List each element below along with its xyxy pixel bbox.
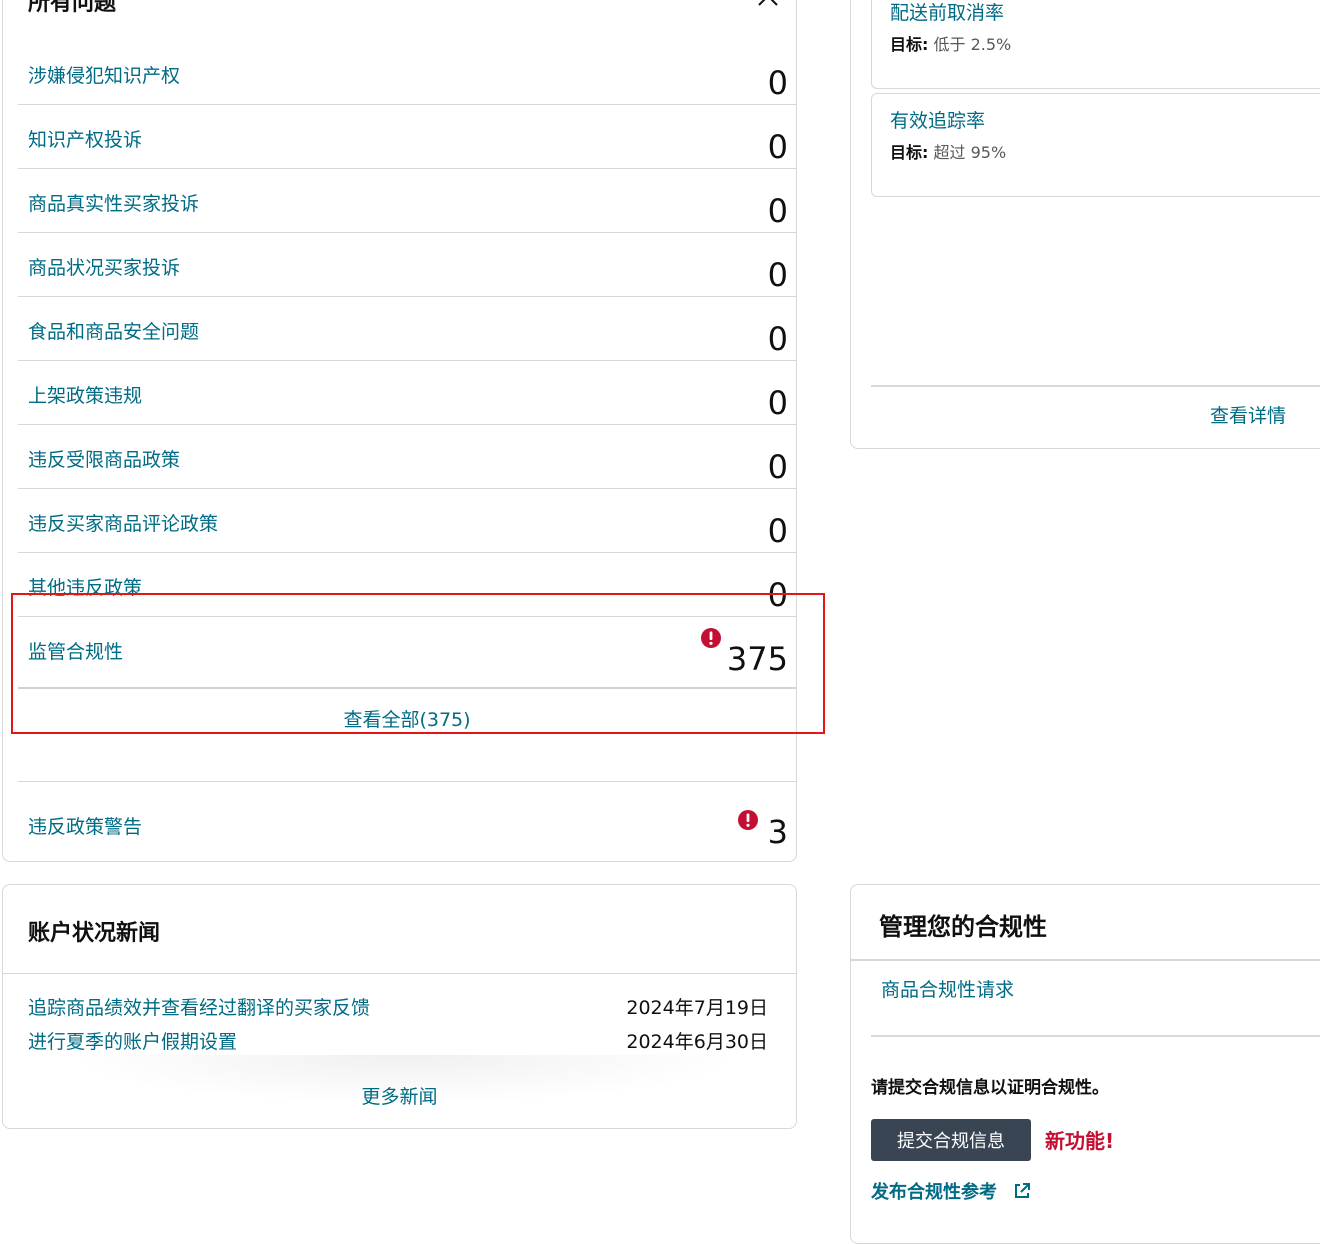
news-date: 2024年7月19日 <box>626 997 768 1019</box>
news-item: 追踪商品绩效并查看经过翻译的买家反馈 2024年7月19日 <box>28 993 768 1023</box>
metric-valid-tracking-rate: 有效追踪率 目标: 超过 95% <box>871 93 1320 197</box>
product-compliance-request-link[interactable]: 商品合规性请求 <box>881 975 1014 1002</box>
metric-title[interactable]: 配送前取消率 <box>890 0 1004 25</box>
metric-cancel-rate: 配送前取消率 目标: 低于 2.5% <box>871 0 1320 89</box>
metric-title[interactable]: 有效追踪率 <box>890 106 985 133</box>
divider <box>871 385 1320 387</box>
issue-row-listing-policy: 上架政策违规 0 <box>18 361 796 425</box>
metric-target-value: 超过 95% <box>933 143 1007 162</box>
chevron-up-icon[interactable] <box>755 0 781 13</box>
new-feature-badge: 新功能! <box>1045 1129 1115 1153</box>
issue-row-condition: 商品状况买家投诉 0 <box>18 233 796 297</box>
metric-target-label: 目标: <box>890 35 929 54</box>
issue-count: 0 <box>767 128 788 166</box>
issue-row-restricted: 违反受限商品政策 0 <box>18 425 796 489</box>
issue-label[interactable]: 违反受限商品政策 <box>28 445 180 472</box>
highlight-box <box>11 593 825 734</box>
divider <box>3 973 796 974</box>
more-news-link[interactable]: 更多新闻 <box>3 1082 796 1109</box>
divider <box>851 959 1320 961</box>
view-details-link[interactable]: 查看详情 <box>1210 401 1286 428</box>
news-link[interactable]: 追踪商品绩效并查看经过翻译的买家反馈 <box>28 993 370 1020</box>
metric-target-value: 低于 2.5% <box>933 35 1012 54</box>
account-health-news-card: 账户状况新闻 追踪商品绩效并查看经过翻译的买家反馈 2024年7月19日 进行夏… <box>2 884 797 1129</box>
issue-row-ip-suspected: 涉嫌侵犯知识产权 0 <box>18 41 796 105</box>
news-item: 进行夏季的账户假期设置 2024年6月30日 <box>28 1027 768 1057</box>
all-issues-title: 所有问题 <box>28 0 117 16</box>
issue-row-policy-warnings: 违反政策警告 3 <box>18 781 796 863</box>
issue-row-food-safety: 食品和商品安全问题 0 <box>18 297 796 361</box>
manage-compliance-card: 管理您的合规性 商品合规性请求 请提交合规信息以证明合规性。 提交合规信息 新功… <box>850 884 1320 1244</box>
issue-label[interactable]: 涉嫌侵犯知识产权 <box>28 61 180 88</box>
issue-label[interactable]: 商品状况买家投诉 <box>28 253 180 280</box>
publish-compliance-reference-link[interactable]: 发布合规性参考 <box>871 1178 997 1204</box>
issue-count: 0 <box>767 512 788 550</box>
divider <box>871 1035 1320 1037</box>
news-title: 账户状况新闻 <box>28 921 161 946</box>
issue-row-review-policy: 违反买家商品评论政策 0 <box>18 489 796 553</box>
metric-target: 目标: 低于 2.5% <box>890 31 1011 55</box>
shipping-metrics-card: 配送前取消率 目标: 低于 2.5% 有效追踪率 目标: 超过 95% 查看详情 <box>850 0 1320 449</box>
issue-label[interactable]: 商品真实性买家投诉 <box>28 189 199 216</box>
issue-label[interactable]: 知识产权投诉 <box>28 125 142 152</box>
issue-label[interactable]: 违反买家商品评论政策 <box>28 509 218 536</box>
metric-target-label: 目标: <box>890 143 929 162</box>
issue-count: 0 <box>767 64 788 102</box>
compliance-title: 管理您的合规性 <box>879 913 1047 941</box>
issue-count: 0 <box>767 448 788 486</box>
issue-label[interactable]: 上架政策违规 <box>28 381 142 408</box>
issue-label[interactable]: 违反政策警告 <box>28 812 142 839</box>
issue-count: 0 <box>767 256 788 294</box>
metric-target: 目标: 超过 95% <box>890 139 1006 163</box>
news-date: 2024年6月30日 <box>626 1031 768 1053</box>
issue-count: 0 <box>767 320 788 358</box>
submit-compliance-button[interactable]: 提交合规信息 <box>871 1119 1031 1161</box>
external-link-icon[interactable] <box>1013 1182 1031 1200</box>
issue-row-ip-complaints: 知识产权投诉 0 <box>18 105 796 169</box>
news-link[interactable]: 进行夏季的账户假期设置 <box>28 1027 237 1054</box>
issue-label[interactable]: 食品和商品安全问题 <box>28 317 199 344</box>
compliance-prompt: 请提交合规信息以证明合规性。 <box>871 1078 1109 1098</box>
issue-count: 0 <box>767 192 788 230</box>
issue-count: 3 <box>767 813 788 851</box>
issue-count: 0 <box>767 384 788 422</box>
issue-row-authenticity: 商品真实性买家投诉 0 <box>18 169 796 233</box>
alert-icon <box>738 810 758 830</box>
